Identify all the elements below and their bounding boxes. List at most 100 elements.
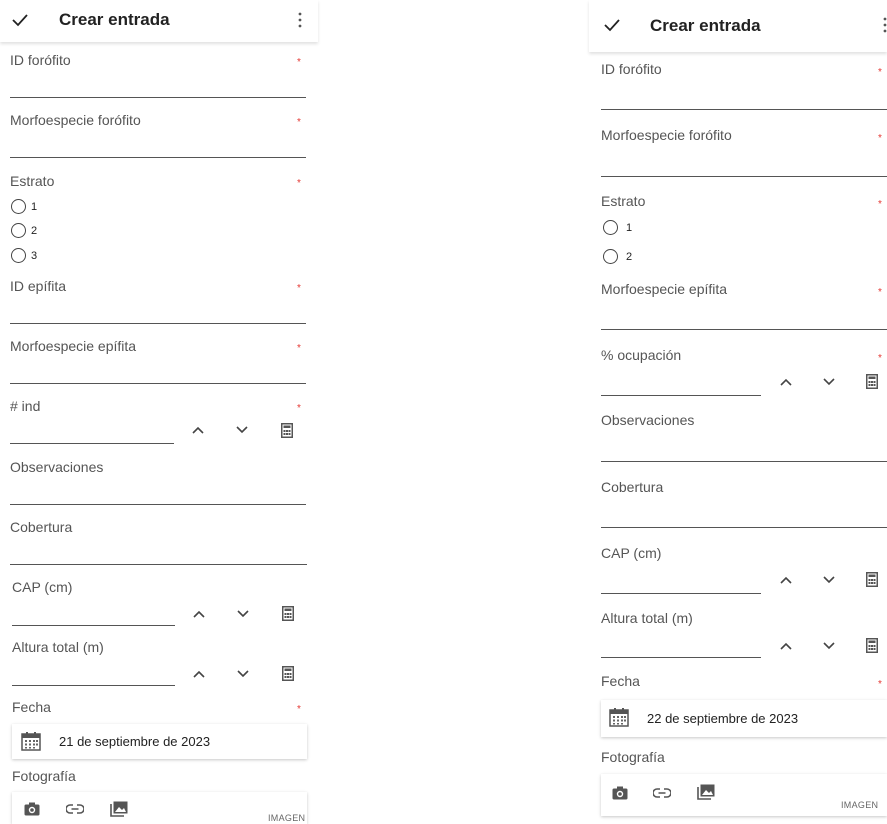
check-icon[interactable] <box>12 13 28 27</box>
chevron-up-icon[interactable] <box>780 642 792 650</box>
required-mark: * <box>297 283 301 294</box>
app-bar: Crear entrada <box>0 0 318 42</box>
page-title: Crear entrada <box>650 16 761 35</box>
required-mark: * <box>878 199 882 210</box>
cobertura-label: Cobertura <box>10 519 73 535</box>
required-mark: * <box>297 704 301 715</box>
calculator-icon[interactable] <box>866 572 878 587</box>
cobertura-label: Cobertura <box>601 479 664 495</box>
camera-icon[interactable] <box>612 786 628 800</box>
chevron-down-icon[interactable] <box>823 642 835 650</box>
altura-label: Altura total (m) <box>12 639 104 655</box>
id-epifita-input[interactable] <box>10 323 306 324</box>
estrato-label: Estrato <box>10 173 55 189</box>
estrato-radio-1[interactable] <box>603 220 618 235</box>
morfo-forofito-input[interactable] <box>10 157 306 158</box>
photo-toolbar: IMAGEN <box>601 774 887 816</box>
altura-label: Altura total (m) <box>601 610 693 626</box>
calculator-icon[interactable] <box>282 666 294 681</box>
link-icon[interactable] <box>653 788 671 798</box>
observaciones-label: Observaciones <box>10 459 104 475</box>
chevron-up-icon[interactable] <box>780 378 792 386</box>
chevron-down-icon[interactable] <box>823 576 835 584</box>
camera-icon[interactable] <box>24 802 40 816</box>
calculator-icon[interactable] <box>281 423 293 438</box>
ind-label: # ind <box>10 398 41 414</box>
estrato-option-1: 1 <box>626 222 633 234</box>
imagen-label: IMAGEN <box>841 800 879 810</box>
required-mark: * <box>297 403 301 414</box>
check-icon[interactable] <box>604 18 620 32</box>
estrato-option-2: 2 <box>31 225 38 237</box>
photo-library-icon[interactable] <box>697 784 715 800</box>
required-mark: * <box>878 287 882 298</box>
photo-library-icon[interactable] <box>110 801 128 817</box>
fecha-label: Fecha <box>12 699 51 715</box>
chevron-down-icon[interactable] <box>237 610 249 618</box>
ind-input[interactable] <box>10 443 174 444</box>
required-mark: * <box>297 117 301 128</box>
cap-input[interactable] <box>12 625 175 626</box>
id-forofito-label: ID forófito <box>601 61 662 77</box>
required-mark: * <box>878 679 882 690</box>
calculator-icon[interactable] <box>282 606 294 621</box>
fotografia-label: Fotografía <box>601 749 665 765</box>
morfo-epifita-input[interactable] <box>10 383 306 384</box>
chevron-up-icon[interactable] <box>192 426 204 434</box>
date-value: 22 de septiembre de 2023 <box>647 711 799 726</box>
required-mark: * <box>297 178 301 189</box>
chevron-down-icon[interactable] <box>236 426 248 434</box>
date-picker[interactable]: 22 de septiembre de 2023 <box>601 700 887 737</box>
morfo-forofito-label: Morfoespecie forófito <box>10 112 141 128</box>
estrato-label: Estrato <box>601 193 646 209</box>
morfo-forofito-label: Morfoespecie forófito <box>601 127 732 143</box>
estrato-option-1: 1 <box>31 201 38 213</box>
calendar-icon <box>609 708 629 727</box>
more-vert-icon[interactable] <box>297 12 303 28</box>
cobertura-input[interactable] <box>601 527 887 528</box>
more-vert-icon[interactable] <box>882 17 887 33</box>
required-mark: * <box>878 353 882 364</box>
chevron-up-icon[interactable] <box>193 670 205 678</box>
observaciones-input[interactable] <box>10 504 306 505</box>
required-mark: * <box>878 133 882 144</box>
id-forofito-input[interactable] <box>601 109 887 110</box>
observaciones-input[interactable] <box>601 461 887 462</box>
estrato-radio-2[interactable] <box>603 249 618 264</box>
link-icon[interactable] <box>66 804 84 814</box>
chevron-up-icon[interactable] <box>193 610 205 618</box>
estrato-radio-3[interactable] <box>11 248 26 263</box>
calculator-icon[interactable] <box>866 374 878 389</box>
photo-toolbar: IMAGEN <box>12 792 307 824</box>
id-epifita-label: ID epífita <box>10 278 67 294</box>
altura-input[interactable] <box>601 657 761 658</box>
observaciones-label: Observaciones <box>601 412 695 428</box>
estrato-option-3: 3 <box>31 250 38 262</box>
calculator-icon[interactable] <box>866 638 878 653</box>
date-value: 21 de septiembre de 2023 <box>59 734 211 749</box>
required-mark: * <box>297 57 301 68</box>
imagen-label: IMAGEN <box>268 813 306 823</box>
cap-input[interactable] <box>601 593 761 594</box>
fecha-label: Fecha <box>601 673 640 689</box>
app-bar: Crear entrada <box>589 0 887 52</box>
ocupacion-input[interactable] <box>601 395 761 396</box>
chevron-down-icon[interactable] <box>237 670 249 678</box>
required-mark: * <box>878 67 882 78</box>
estrato-radio-2[interactable] <box>11 223 26 238</box>
cap-label: CAP (cm) <box>601 545 662 561</box>
page-title: Crear entrada <box>59 10 170 29</box>
altura-input[interactable] <box>12 685 175 686</box>
morfo-epifita-label: Morfoespecie epífita <box>10 338 137 354</box>
id-forofito-input[interactable] <box>10 97 306 98</box>
morfo-forofito-input[interactable] <box>601 176 887 177</box>
estrato-radio-1[interactable] <box>11 199 26 214</box>
required-mark: * <box>297 343 301 354</box>
chevron-up-icon[interactable] <box>780 576 792 584</box>
fotografia-label: Fotografía <box>12 768 76 784</box>
date-picker[interactable]: 21 de septiembre de 2023 <box>12 724 307 759</box>
cobertura-input[interactable] <box>10 564 307 565</box>
morfo-epifita-input[interactable] <box>601 329 887 330</box>
estrato-option-2: 2 <box>626 251 633 263</box>
chevron-down-icon[interactable] <box>823 378 835 386</box>
